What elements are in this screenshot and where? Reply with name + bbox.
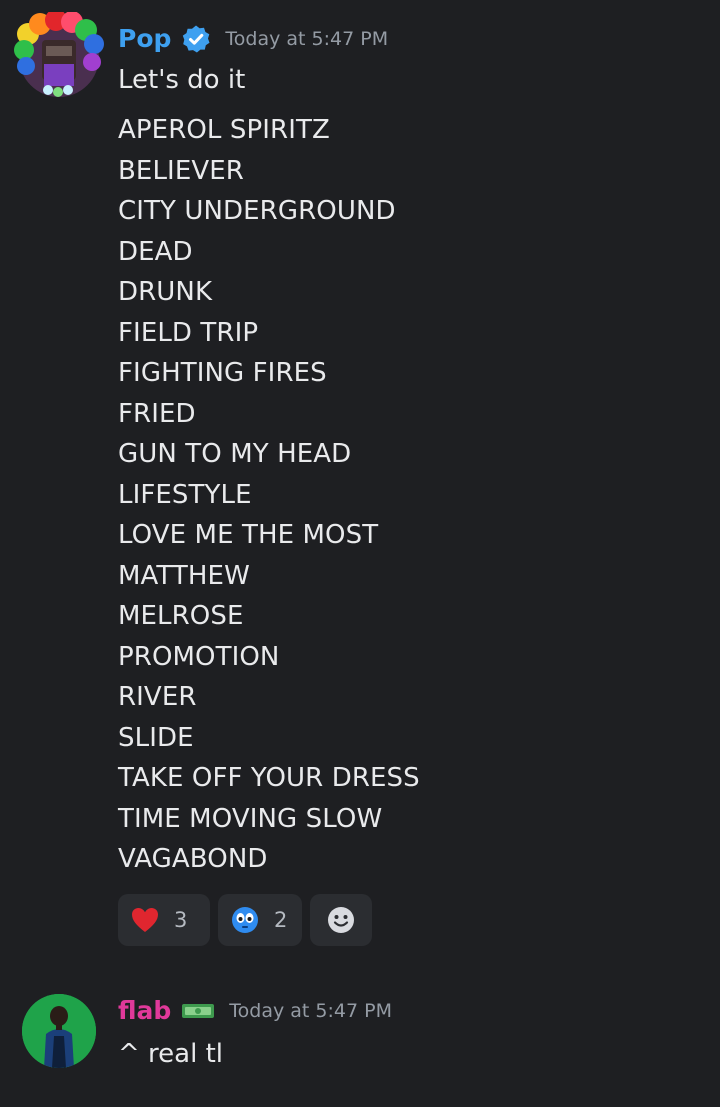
song-item: DEAD [118,236,193,267]
reaction-heart-button[interactable]: 3 [118,894,210,946]
username[interactable]: Pop [118,24,171,54]
reaction-face-button[interactable]: 2 [218,894,302,946]
clown-avatar-icon [14,9,104,97]
song-item: VAGABOND [118,844,268,874]
reaction-bar: 3 2 [118,894,372,946]
add-reaction-icon [328,907,354,933]
avatar-flab[interactable] [22,994,96,1068]
song-item: DRUNK [118,277,213,307]
song-list: APEROL SPIRITZ BELIEVER CITY UNDERGROUND… [118,114,420,884]
reaction-count: 3 [174,908,188,932]
message-text: ^ real tl [118,1039,224,1069]
song-item: PROMOTION [118,641,280,672]
song-item: FRIED [118,398,196,429]
song-item: BELIEVER [118,155,244,186]
song-item: APEROL SPIRITZ [118,115,330,145]
timestamp: Today at 5:47 PM [229,1000,392,1022]
song-item: MELROSE [118,601,244,631]
song-item: GUN TO MY HEAD [118,439,352,469]
message-text: Let's do it [118,65,246,95]
timestamp: Today at 5:47 PM [225,28,389,50]
reaction-count: 2 [274,908,288,932]
money-tag-icon [182,1004,215,1018]
song-item: TIME MOVING SLOW [118,803,383,834]
song-item: MATTHEW [118,560,250,591]
song-item: FIELD TRIP [118,317,259,348]
add-reaction-button[interactable] [310,894,372,946]
red-heart-icon [132,908,158,932]
song-item: FIGHTING FIRES [118,358,327,388]
avatar-pop[interactable] [14,9,104,102]
flushed-face-icon [232,907,258,933]
chat-view: Pop Today at 5:47 PM Let's do it APEROL … [0,0,720,1107]
song-item: LIFESTYLE [118,479,252,510]
song-item: TAKE OFF YOUR DRESS [118,763,420,793]
song-item: SLIDE [118,722,194,753]
verified-icon [183,25,210,53]
message-header: flab Today at 5:47 PM [118,994,392,1028]
person-avatar-icon [22,994,96,1068]
song-item: RIVER [118,682,197,712]
message-header: Pop Today at 5:47 PM [118,22,388,56]
username[interactable]: flab [118,996,171,1026]
song-item: LOVE ME THE MOST [118,520,379,550]
song-item: CITY UNDERGROUND [118,196,396,226]
